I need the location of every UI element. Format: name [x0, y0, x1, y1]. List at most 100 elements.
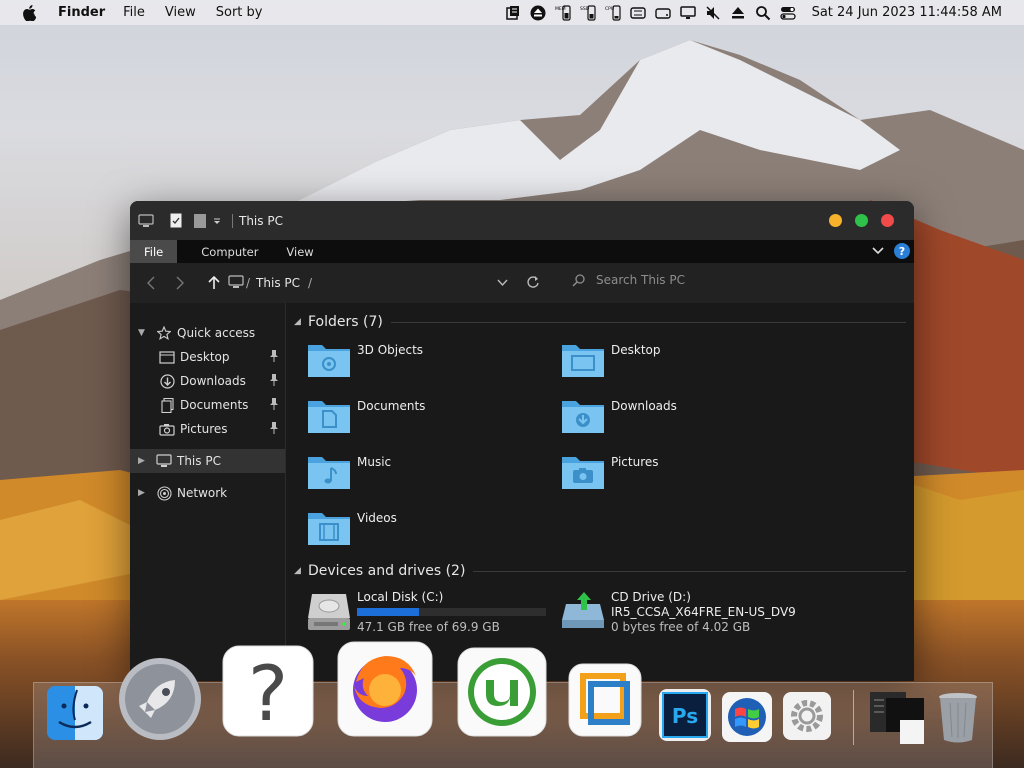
apple-icon[interactable] — [22, 4, 40, 21]
photoshop-icon[interactable]: Ps — [658, 688, 712, 742]
mem-meter-icon[interactable]: MEM — [555, 4, 571, 21]
expand-arrow-icon[interactable]: ▼ — [138, 328, 148, 338]
sidebar-label-documents: Documents — [180, 398, 249, 412]
star-icon — [155, 325, 173, 341]
forward-icon[interactable] — [172, 276, 188, 290]
finder-icon[interactable] — [44, 684, 106, 742]
battery-list-icon[interactable] — [629, 5, 646, 21]
expand-arrow-icon[interactable]: ▶ — [138, 456, 148, 466]
expand-arrow-icon[interactable]: ▶ — [138, 488, 148, 498]
drive-usage-bar — [357, 608, 546, 616]
notes-icon[interactable] — [505, 5, 521, 21]
ssd-meter-icon[interactable]: SSD — [580, 4, 596, 21]
3d-objects-folder-icon — [308, 345, 350, 377]
breadcrumb[interactable]: / This PC / — [208, 274, 313, 292]
group-divider — [390, 321, 906, 323]
expand-ribbon-icon[interactable] — [872, 244, 884, 258]
sidebar-item-this-pc[interactable]: ▶ This PC — [130, 449, 285, 473]
launchpad-icon[interactable] — [116, 655, 204, 743]
help-icon[interactable]: ? — [220, 643, 315, 738]
minimize-button[interactable] — [829, 214, 842, 227]
folder-item-downloads[interactable]: Downloads — [560, 397, 814, 453]
history-dropdown-icon[interactable] — [497, 276, 508, 290]
pin-icon[interactable] — [269, 398, 279, 413]
folder-item-desktop[interactable]: Desktop — [560, 341, 814, 397]
folder-item-music[interactable]: Music — [306, 453, 560, 509]
up-icon[interactable] — [208, 275, 220, 292]
tab-computer[interactable]: Computer — [187, 240, 272, 263]
tab-view[interactable]: View — [272, 240, 327, 263]
folder-item-pictures[interactable]: Pictures — [560, 453, 814, 509]
title-bar[interactable]: This PC — [130, 201, 914, 240]
monitor-icon[interactable] — [679, 5, 696, 21]
control-center-icon[interactable] — [779, 5, 796, 21]
search-box[interactable]: Search This PC — [572, 273, 685, 287]
folder-item-documents[interactable]: Documents — [306, 397, 560, 453]
eject-circle-icon[interactable] — [530, 5, 546, 21]
drive-name: Local Disk (C:) — [357, 590, 444, 604]
settings-icon[interactable] — [781, 690, 833, 742]
pin-icon[interactable] — [269, 374, 279, 389]
search-icon[interactable] — [755, 5, 771, 21]
tab-file[interactable]: File — [130, 240, 178, 263]
drive-icon[interactable] — [654, 5, 671, 21]
breadcrumb-this-pc[interactable]: This PC — [256, 276, 300, 290]
menu-file[interactable]: File — [123, 5, 145, 20]
downloads-folder-icon — [562, 401, 604, 433]
menu-view[interactable]: View — [165, 5, 196, 20]
menu-clock[interactable]: Sat 24 Jun 2023 11:44:58 AM — [812, 5, 1002, 20]
customize-toolbar-icon[interactable] — [212, 216, 222, 226]
properties-icon[interactable] — [170, 213, 182, 228]
menu-sort-by[interactable]: Sort by — [216, 5, 263, 20]
network-icon — [155, 485, 173, 501]
folder-label: Downloads — [611, 399, 677, 413]
collapse-icon[interactable]: ◢ — [294, 317, 308, 327]
mute-icon[interactable] — [705, 5, 721, 21]
sidebar-item-downloads[interactable]: Downloads — [130, 369, 285, 393]
pin-icon[interactable] — [269, 422, 279, 437]
computer-icon[interactable] — [138, 213, 154, 228]
sidebar-item-quick-access[interactable]: ▼ Quick access — [130, 321, 285, 345]
sidebar-label-this-pc: This PC — [177, 454, 221, 468]
search-icon — [572, 274, 585, 287]
menu-app-name[interactable]: Finder — [58, 5, 105, 20]
breadcrumb-separator-icon: / — [308, 276, 313, 290]
sidebar-item-network[interactable]: ▶ Network — [130, 481, 285, 505]
windows-icon[interactable] — [720, 690, 774, 744]
group-divider — [473, 570, 906, 572]
sidebar-item-pictures[interactable]: Pictures — [130, 417, 285, 441]
firefox-icon[interactable] — [336, 640, 434, 738]
folder-item-videos[interactable]: Videos — [306, 509, 560, 565]
sidebar-item-desktop[interactable]: Desktop — [130, 345, 285, 369]
sidebar-item-documents[interactable]: Documents — [130, 393, 285, 417]
folders-header: Folders (7) — [308, 314, 383, 330]
vmware-icon[interactable] — [566, 662, 644, 738]
back-icon[interactable] — [142, 276, 158, 290]
drive-item-cd-drive[interactable]: CD Drive (D:) IR5_CCSA_X64FRE_EN-US_DV9 … — [560, 590, 814, 635]
maximize-button[interactable] — [855, 214, 868, 227]
trash-icon[interactable] — [936, 690, 980, 746]
folder-grid: 3D Objects Desktop Documents Downloads M… — [294, 341, 914, 565]
collapse-icon[interactable]: ◢ — [294, 566, 308, 576]
toolbar-separator — [232, 213, 233, 228]
drives-group-header[interactable]: ◢ Devices and drives (2) — [294, 560, 914, 582]
folders-group-header[interactable]: ◢ Folders (7) — [294, 311, 914, 333]
eject-icon[interactable] — [730, 5, 746, 21]
screenshot-stack-icon[interactable] — [866, 690, 928, 746]
search-input[interactable]: Search This PC — [596, 273, 685, 287]
folder-item-3d-objects[interactable]: 3D Objects — [306, 341, 560, 397]
refresh-icon[interactable] — [526, 275, 540, 292]
menu-tray: MEM SSD CPU Sat 24 Jun 2023 11:44:58 AM — [496, 0, 1002, 25]
cpu-meter-icon[interactable]: CPU — [605, 4, 621, 21]
explorer-window: This PC File Computer View ? / This PC / — [130, 201, 914, 681]
drive-item-local-disk[interactable]: Local Disk (C:) 47.1 GB free of 69.9 GB — [306, 590, 560, 635]
new-folder-icon[interactable] — [194, 213, 206, 228]
utorrent-icon[interactable] — [455, 646, 549, 738]
pin-icon[interactable] — [269, 350, 279, 365]
help-button[interactable]: ? — [894, 243, 910, 259]
close-button[interactable] — [881, 214, 894, 227]
drive-grid: Local Disk (C:) 47.1 GB free of 69.9 GB … — [294, 590, 914, 635]
drives-header: Devices and drives (2) — [308, 563, 466, 579]
